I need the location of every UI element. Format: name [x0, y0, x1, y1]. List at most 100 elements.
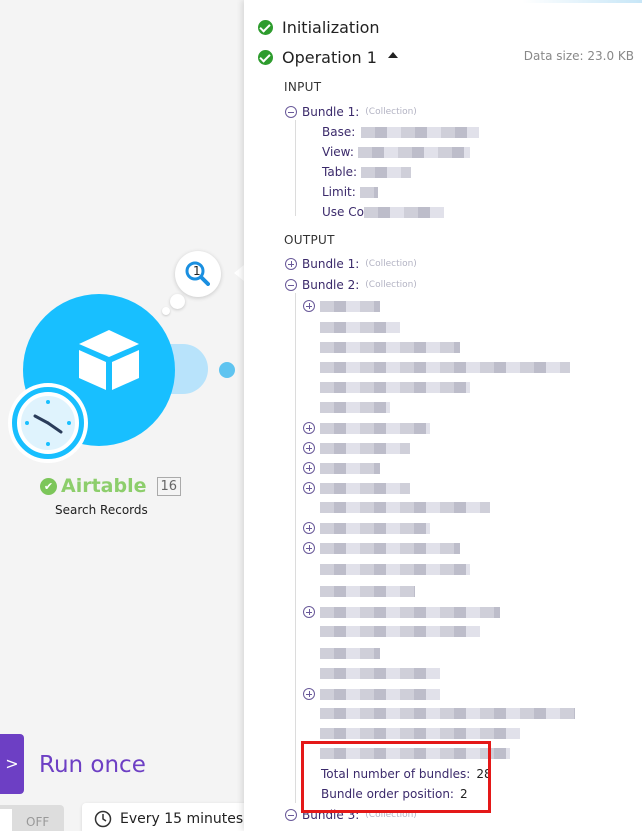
redacted-value: [320, 586, 415, 597]
input-field-view[interactable]: View:: [322, 145, 470, 159]
redacted-value: [320, 300, 380, 312]
input-field-table[interactable]: Table:: [322, 165, 412, 179]
redacted-output-row[interactable]: [303, 542, 460, 554]
redacted-output-row: [320, 382, 470, 393]
redacted-output-row[interactable]: [303, 606, 500, 618]
redacted-output-row: [320, 502, 490, 513]
operations-bubble[interactable]: 1: [175, 251, 221, 297]
schedule-text: Every 15 minutes.: [120, 811, 244, 827]
bundle-label: Bundle 2:: [302, 278, 360, 292]
redacted-value: [320, 522, 430, 534]
module-name: Airtable: [61, 475, 147, 497]
redacted-output-row: [320, 586, 415, 597]
redacted-value: [361, 126, 480, 138]
redacted-output-row[interactable]: [303, 688, 440, 700]
schedule-clock-icon[interactable]: [8, 383, 88, 463]
step-operation-1[interactable]: Operation 1: [258, 48, 398, 67]
panel-pointer: [234, 265, 244, 281]
redacted-output-row[interactable]: [303, 422, 430, 434]
output-header: OUTPUT: [284, 233, 335, 247]
output-bundle-2[interactable]: Bundle 2: (Collection): [285, 278, 417, 292]
collapse-icon[interactable]: [285, 279, 297, 291]
schedule-setting[interactable]: Every 15 minutes.: [82, 803, 244, 831]
redacted-value: [320, 668, 440, 679]
bundle-label: Bundle 1:: [302, 257, 360, 271]
expand-icon[interactable]: [303, 300, 315, 312]
redacted-value: [320, 626, 480, 637]
collapse-icon[interactable]: [285, 106, 297, 118]
input-header: INPUT: [284, 80, 322, 94]
bundle-order-row: Bundle order position: 2: [321, 787, 468, 801]
bubble-tail: [162, 307, 170, 315]
redacted-value: [320, 728, 520, 739]
bundle-label: Bundle 3:: [302, 808, 360, 822]
input-field-use[interactable]: Use Co: [322, 205, 444, 219]
redacted-output-row[interactable]: [303, 522, 430, 534]
expand-icon[interactable]: [303, 522, 315, 534]
run-once-button[interactable]: >: [0, 734, 24, 794]
module-id-badge: 16: [156, 476, 182, 496]
total-bundles-label: Total number of bundles:: [321, 767, 471, 781]
field-label: Limit:: [322, 185, 356, 199]
redacted-value: [320, 362, 570, 373]
data-size: Data size: 23.0 KB: [523, 49, 634, 63]
scheduling-toggle[interactable]: OFF: [0, 805, 64, 831]
redacted-value: [320, 648, 380, 659]
expand-icon[interactable]: [303, 422, 315, 434]
field-label: View:: [322, 145, 354, 159]
scenario-canvas[interactable]: 1 ✔ Airtable 16 Search Records > Run onc…: [0, 0, 244, 831]
total-bundles-value: 28: [476, 767, 492, 781]
redacted-value: [359, 186, 378, 198]
redacted-value: [320, 564, 470, 575]
expand-icon[interactable]: [303, 542, 315, 554]
output-bundle-3[interactable]: Bundle 3: (Collection): [285, 808, 417, 822]
bundle-order-value: 2: [459, 787, 468, 801]
expand-icon[interactable]: [303, 482, 315, 494]
input-bundle-1[interactable]: Bundle 1: (Collection): [285, 105, 417, 119]
redacted-value: [320, 748, 510, 759]
redacted-output-row[interactable]: [303, 442, 410, 454]
redacted-output-row: [320, 626, 480, 637]
redacted-output-row: [320, 564, 470, 575]
tree-line: [295, 293, 296, 803]
redacted-output-row[interactable]: [303, 462, 380, 474]
redacted-value: [320, 542, 460, 554]
collapse-icon[interactable]: [285, 809, 297, 821]
expand-icon[interactable]: [303, 606, 315, 618]
input-field-base[interactable]: Base:: [322, 125, 480, 139]
expand-icon[interactable]: [303, 462, 315, 474]
execution-inspector-panel[interactable]: Initialization Operation 1 Data size: 23…: [244, 0, 642, 831]
redacted-output-row: [320, 728, 520, 739]
bundle-label: Bundle 1:: [302, 105, 360, 119]
expand-icon[interactable]: [303, 688, 315, 700]
success-check-icon: [258, 20, 273, 35]
airtable-box-icon: [79, 330, 139, 390]
step-label: Operation 1: [282, 48, 377, 67]
expand-icon[interactable]: [303, 442, 315, 454]
redacted-output-row: [320, 342, 460, 353]
collapse-caret-icon[interactable]: [387, 51, 398, 58]
input-field-limit[interactable]: Limit:: [322, 185, 378, 199]
expand-icon[interactable]: [285, 258, 297, 270]
output-bundle-1[interactable]: Bundle 1: (Collection): [285, 257, 417, 271]
module-title: ✔ Airtable 16: [40, 475, 182, 497]
redacted-output-row: [320, 648, 380, 659]
step-initialization[interactable]: Initialization: [258, 18, 380, 37]
redacted-value: [320, 402, 390, 413]
redacted-output-row: [320, 402, 390, 413]
connector-dot[interactable]: [219, 362, 235, 378]
redacted-value: [357, 146, 470, 158]
redacted-value: [320, 688, 440, 700]
collection-tag: (Collection): [365, 280, 417, 290]
redacted-output-row[interactable]: [303, 482, 410, 494]
redacted-value: [361, 166, 412, 178]
redacted-value: [320, 606, 500, 618]
run-once-label[interactable]: Run once: [39, 752, 146, 778]
redacted-value: [320, 422, 430, 434]
collection-tag: (Collection): [365, 810, 417, 820]
tree-line: [295, 120, 296, 216]
redacted-value: [320, 502, 490, 513]
redacted-output-row: [320, 362, 570, 373]
redacted-output-row[interactable]: [303, 300, 380, 312]
success-check-icon: [258, 50, 273, 65]
